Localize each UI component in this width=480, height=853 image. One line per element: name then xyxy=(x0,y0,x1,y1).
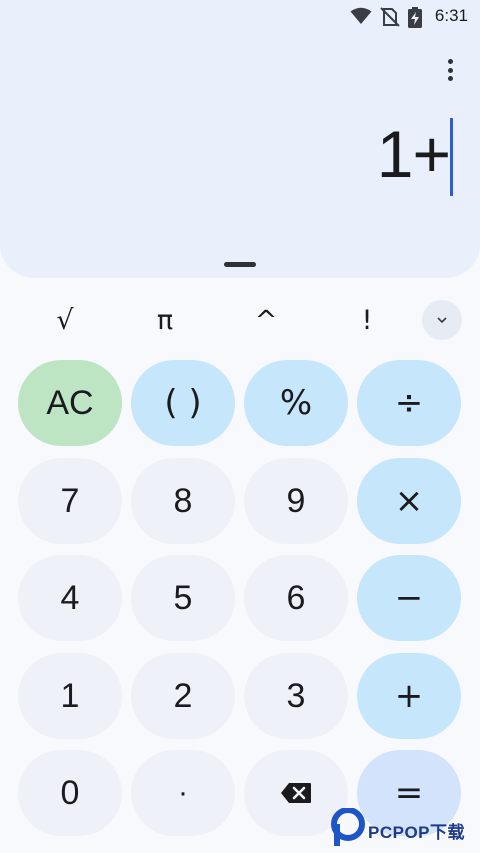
chevron-down-icon xyxy=(437,317,447,324)
percent-label: % xyxy=(279,383,313,423)
watermark-logo: PCPOP下载 xyxy=(330,806,480,853)
divide-label: ÷ xyxy=(394,383,424,423)
status-time: 6:31 xyxy=(434,6,468,25)
plus-button[interactable]: + xyxy=(357,653,461,739)
digit-6-button[interactable]: 6 xyxy=(244,555,348,641)
pcpop-logo-icon xyxy=(331,808,365,846)
decimal-button[interactable]: · xyxy=(131,750,235,836)
digit-2-button[interactable]: 2 xyxy=(131,653,235,739)
wifi-icon xyxy=(350,7,372,24)
clear-label: AC xyxy=(46,383,94,422)
digit-0-label: 0 xyxy=(60,773,80,812)
parentheses-label: ( ) xyxy=(164,383,202,423)
digit-3-button[interactable]: 3 xyxy=(244,653,348,739)
digit-1-label: 1 xyxy=(60,676,80,715)
digit-1-button[interactable]: 1 xyxy=(18,653,122,739)
factorial-button[interactable]: ! xyxy=(327,296,407,344)
scientific-row: √ π ^ ! xyxy=(0,296,480,344)
battery-charging-icon xyxy=(408,7,422,28)
minus-button[interactable]: − xyxy=(357,555,461,641)
digit-4-button[interactable]: 4 xyxy=(18,555,122,641)
minus-label: − xyxy=(394,578,424,618)
sqrt-button[interactable]: √ xyxy=(25,296,105,344)
digit-9-label: 9 xyxy=(286,481,306,520)
digit-0-button[interactable]: 0 xyxy=(18,750,122,836)
more-options-icon[interactable] xyxy=(438,56,462,84)
digit-5-label: 5 xyxy=(173,578,193,617)
expression-field[interactable]: 1+ xyxy=(377,118,451,190)
divide-button[interactable]: ÷ xyxy=(357,360,461,446)
calculator-app: 6:31 1+ √ π ^ ! AC ( ) % ÷ 7 8 9 × 4 5 6… xyxy=(0,0,480,853)
digit-2-label: 2 xyxy=(173,676,193,715)
text-cursor xyxy=(450,118,453,196)
digit-7-button[interactable]: 7 xyxy=(18,458,122,544)
percent-button[interactable]: % xyxy=(244,360,348,446)
digit-7-label: 7 xyxy=(60,481,80,520)
parentheses-button[interactable]: ( ) xyxy=(131,360,235,446)
clear-button[interactable]: AC xyxy=(18,360,122,446)
multiply-label: × xyxy=(394,481,424,521)
drag-handle[interactable] xyxy=(224,262,256,267)
digit-3-label: 3 xyxy=(286,676,306,715)
multiply-button[interactable]: × xyxy=(357,458,461,544)
no-sim-icon xyxy=(380,7,400,27)
watermark-text: PCPOP下载 xyxy=(368,823,466,842)
display-panel: 6:31 1+ xyxy=(0,0,480,278)
decimal-label: · xyxy=(178,776,188,809)
digit-8-button[interactable]: 8 xyxy=(131,458,235,544)
pi-button[interactable]: π xyxy=(125,296,205,344)
digit-4-label: 4 xyxy=(60,578,80,617)
plus-label: + xyxy=(394,676,424,716)
backspace-icon xyxy=(281,783,311,803)
digit-6-label: 6 xyxy=(286,578,306,617)
power-button[interactable]: ^ xyxy=(226,296,306,344)
digit-5-button[interactable]: 5 xyxy=(131,555,235,641)
expand-button[interactable] xyxy=(422,300,462,340)
digit-9-button[interactable]: 9 xyxy=(244,458,348,544)
status-bar: 6:31 xyxy=(0,0,480,34)
digit-8-label: 8 xyxy=(173,481,193,520)
